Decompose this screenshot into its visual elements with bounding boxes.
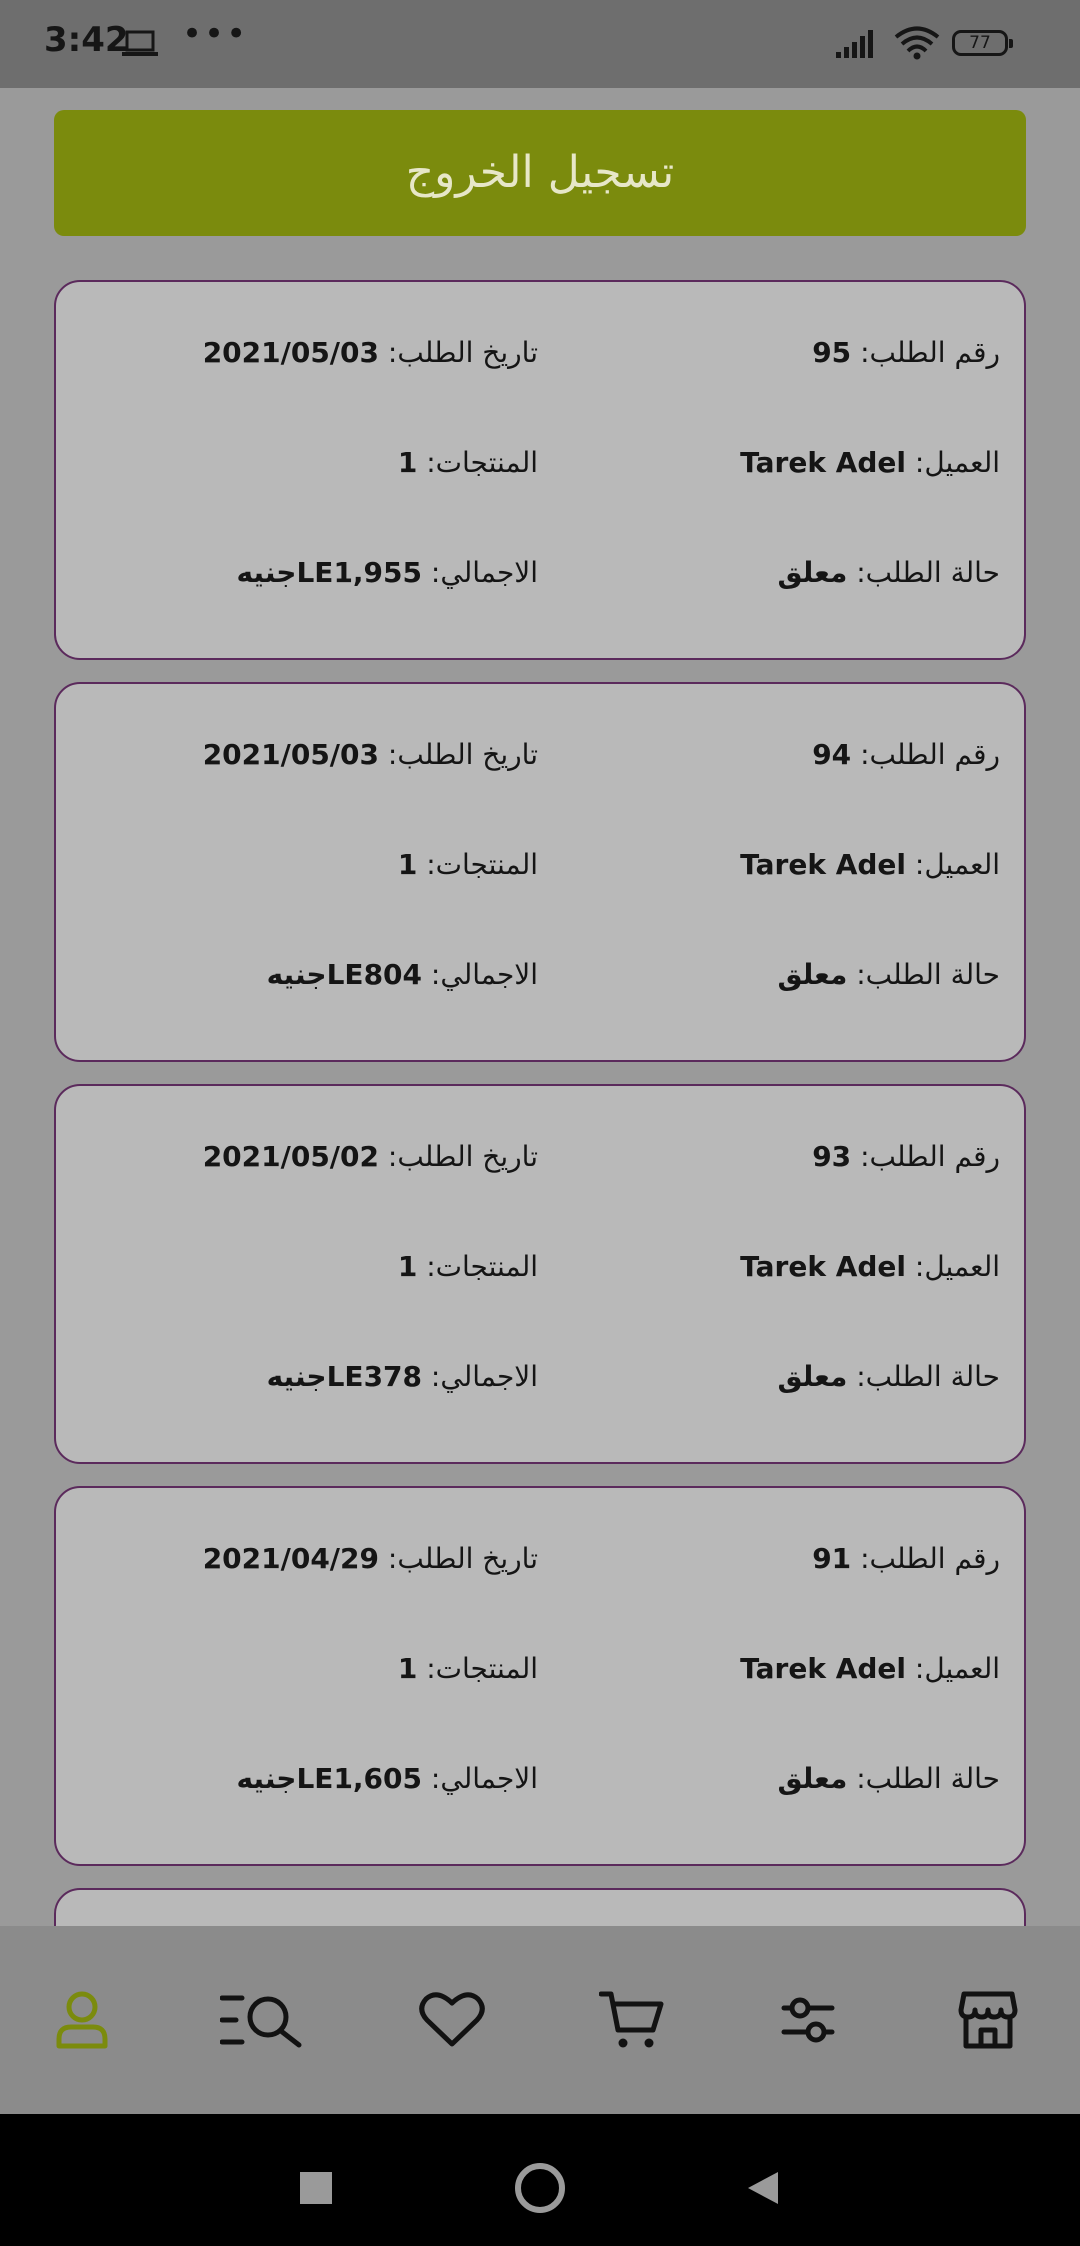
triangle-back-icon [744,2168,784,2212]
order-date: تاريخ الطلب: 2021/05/03 [202,336,538,369]
heart-icon [419,1991,485,2049]
filter-sliders-icon [780,1992,836,2048]
order-number: رقم الطلب: 91 [812,1542,1000,1575]
order-status: حالة الطلب: معلق [777,556,1000,589]
order-date: تاريخ الطلب: 2021/05/02 [202,1140,538,1173]
nav-account[interactable] [22,1986,142,2054]
order-customer: العميل: Tarek Adel [740,1250,1000,1283]
circle-icon [514,2162,566,2218]
signal-icon [836,28,880,62]
order-card[interactable] [54,1888,1026,1926]
home-button[interactable] [510,2160,570,2220]
order-total: الاجمالي: LE1,955جنيه [236,556,538,589]
logout-button[interactable]: تسجيل الخروج [54,110,1026,236]
order-products: المنتجات: 1 [397,848,538,881]
square-icon [298,2170,334,2210]
order-number: رقم الطلب: 95 [812,336,1000,369]
order-number: رقم الطلب: 94 [812,738,1000,771]
order-products: المنتجات: 1 [397,1652,538,1685]
order-products: المنتجات: 1 [397,1250,538,1283]
order-total: الاجمالي: LE378جنيه [266,1360,538,1393]
order-card[interactable]: رقم الطلب: 94 تاريخ الطلب: 2021/05/03 ال… [54,682,1026,1062]
order-products: المنتجات: 1 [397,446,538,479]
cart-icon [599,1990,665,2050]
order-customer: العميل: Tarek Adel [740,1652,1000,1685]
user-icon [54,1990,110,2050]
order-card[interactable]: رقم الطلب: 91 تاريخ الطلب: 2021/04/29 ال… [54,1486,1026,1866]
order-customer: العميل: Tarek Adel [740,446,1000,479]
nav-cart[interactable] [572,1986,692,2054]
order-date: تاريخ الطلب: 2021/05/03 [202,738,538,771]
order-status: حالة الطلب: معلق [777,1360,1000,1393]
status-time: 3:42 [44,20,129,60]
order-total: الاجمالي: LE804جنيه [266,958,538,991]
order-number: رقم الطلب: 93 [812,1140,1000,1173]
battery-icon: 77 [952,30,1013,56]
more-notifications-icon: ••• [182,14,249,54]
order-card[interactable]: رقم الطلب: 95 تاريخ الطلب: 2021/05/03 ال… [54,280,1026,660]
wifi-icon [894,26,940,64]
search-list-icon [220,1992,304,2048]
orders-list[interactable]: رقم الطلب: 95 تاريخ الطلب: 2021/05/03 ال… [0,236,1080,1926]
laptop-icon [122,30,158,62]
status-bar: 3:42 ••• 77 [0,0,1080,88]
back-button[interactable] [734,2160,794,2220]
bottom-nav [0,1926,1080,2114]
system-nav-bar [0,2114,1080,2246]
nav-search[interactable] [202,1986,322,2054]
order-date: تاريخ الطلب: 2021/04/29 [202,1542,538,1575]
order-card[interactable]: رقم الطلب: 93 تاريخ الطلب: 2021/05/02 ال… [54,1084,1026,1464]
recents-button[interactable] [286,2160,346,2220]
nav-favorites[interactable] [392,1986,512,2054]
nav-store[interactable] [928,1986,1048,2054]
nav-filters[interactable] [748,1986,868,2054]
store-icon [958,1990,1018,2050]
order-customer: العميل: Tarek Adel [740,848,1000,881]
order-status: حالة الطلب: معلق [777,1762,1000,1795]
order-total: الاجمالي: LE1,605جنيه [236,1762,538,1795]
order-status: حالة الطلب: معلق [777,958,1000,991]
